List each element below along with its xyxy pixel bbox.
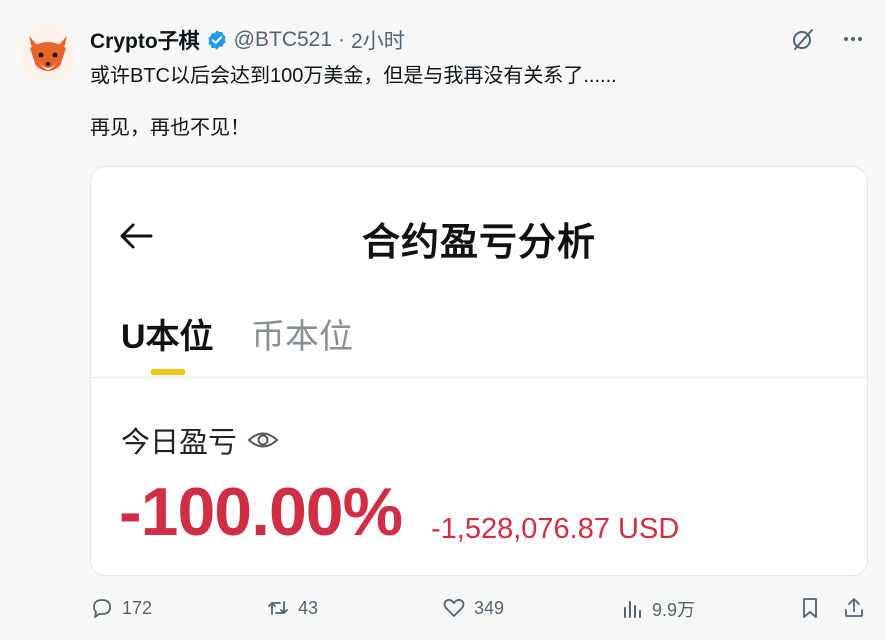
tweet-text-line: 再见，再也不见！ [90, 117, 250, 139]
fox-avatar-icon [20, 26, 76, 82]
bookmark-button[interactable] [798, 596, 822, 620]
card-title: 合约盈亏分析 [361, 222, 596, 264]
views-count: 9.9万 [652, 600, 696, 620]
tweet-text-line: 或许BTC以后会达到100万美金，但是与我再没有关系了...... [90, 65, 617, 87]
like-button[interactable]: 349 [442, 596, 504, 620]
share-button[interactable] [842, 596, 866, 620]
verified-badge-icon [208, 30, 226, 50]
bookmark-icon [803, 598, 817, 618]
reply-count: 172 [122, 597, 153, 618]
active-tab-indicator [151, 369, 185, 375]
reply-button[interactable]: 172 [90, 596, 152, 620]
author-handle[interactable]: @BTC521 [234, 28, 332, 52]
attached-image-card[interactable]: 合约盈亏分析 U本位 币本位 今日盈亏 -100.00% -1,528,076.… [90, 166, 868, 576]
tweet-timestamp[interactable]: 2小时 [351, 25, 405, 55]
author-name[interactable]: Crypto子棋 [90, 25, 200, 55]
tweet-top-actions [790, 26, 866, 52]
divider [91, 377, 867, 378]
tweet-header: Crypto子棋 @BTC521 · 2小时 [90, 26, 405, 54]
eye-icon [247, 432, 279, 448]
tweet-text: 或许BTC以后会达到100万美金，但是与我再没有关系了...... 再见，再也不… [90, 62, 617, 142]
tweet-action-bar: 172 43 349 9.9万 [90, 596, 866, 624]
retweet-button[interactable]: 43 [266, 596, 318, 620]
pnl-percent: -100.00% [119, 474, 403, 550]
like-count: 349 [474, 597, 505, 618]
views-chart-icon [624, 601, 641, 618]
pnl-usd: -1,528,076.87 USD [431, 513, 680, 545]
tab-coin-margin: 币本位 [251, 318, 353, 356]
author-avatar[interactable] [20, 26, 76, 82]
retweet-icon [268, 601, 288, 615]
retweet-count: 43 [298, 597, 319, 618]
today-pnl-label: 今日盈亏 [121, 427, 238, 459]
more-options-icon[interactable] [840, 26, 866, 52]
views-button[interactable]: 9.9万 [620, 596, 695, 622]
reply-icon [93, 599, 111, 618]
heart-icon [443, 598, 465, 617]
grok-icon[interactable] [790, 26, 816, 52]
share-icon [845, 598, 863, 617]
today-pnl-label-row: 今日盈亏 [121, 419, 279, 461]
tab-u-margin: U本位 [121, 318, 214, 356]
header-separator: · [338, 28, 346, 51]
